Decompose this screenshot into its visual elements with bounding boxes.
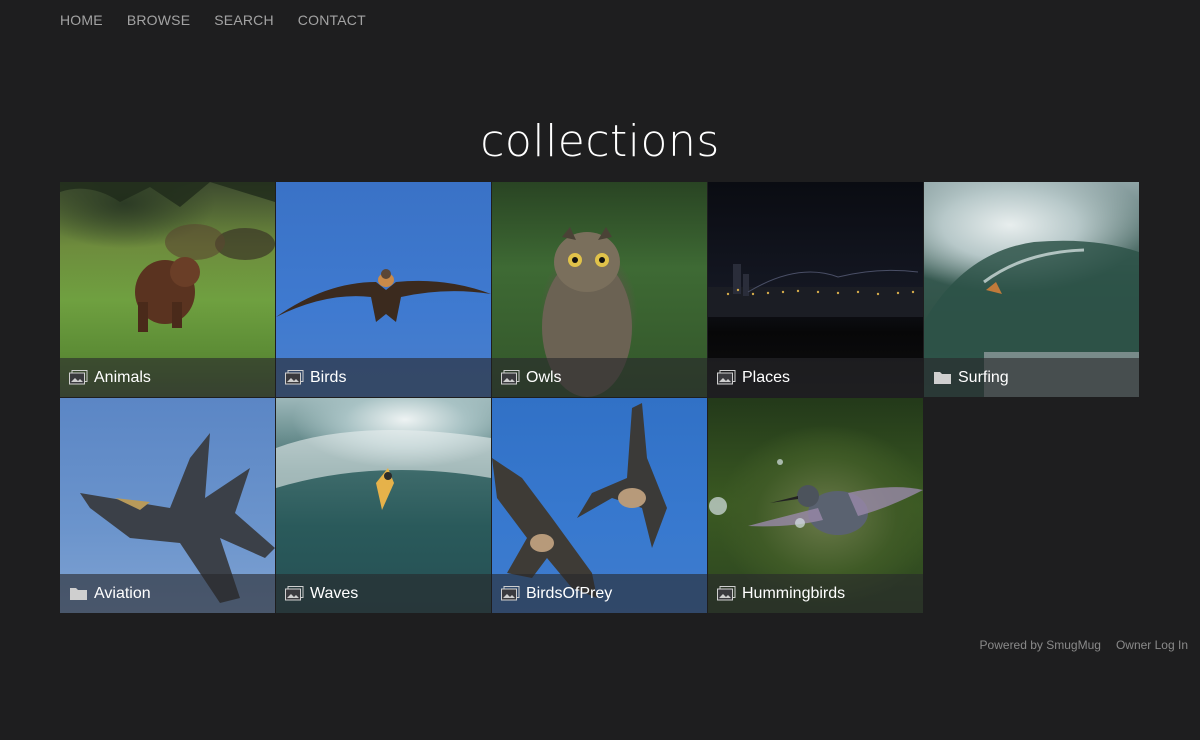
tile-caption: Animals [60, 358, 275, 397]
tile-label: Waves [310, 584, 359, 602]
gallery-icon [501, 370, 520, 385]
tile-label: Hummingbirds [742, 584, 846, 602]
gallery-icon [69, 370, 88, 385]
gallery-icon [285, 370, 304, 385]
tile-caption: Surfing [924, 358, 1139, 397]
tile-caption: Aviation [60, 574, 275, 613]
tile-birdsofprey[interactable]: BirdsOfPrey [492, 398, 707, 613]
tile-label: Places [742, 368, 791, 386]
tile-birds[interactable]: Birds [276, 182, 491, 397]
main-nav: HOME BROWSE SEARCH CONTACT [60, 12, 366, 28]
tile-label: Aviation [94, 584, 151, 602]
tile-caption: Waves [276, 574, 491, 613]
tile-caption: Places [708, 358, 923, 397]
nav-search-link[interactable]: SEARCH [214, 12, 274, 28]
page-title: collections [480, 116, 720, 167]
tile-caption: Hummingbirds [708, 574, 923, 613]
tile-label: Owls [526, 368, 562, 386]
nav-home-link[interactable]: HOME [60, 12, 103, 28]
powered-by-link[interactable]: Powered by SmugMug [980, 638, 1101, 652]
tile-aviation[interactable]: Aviation [60, 398, 275, 613]
footer: Powered by SmugMug Owner Log In [980, 638, 1188, 652]
gallery-icon [717, 586, 736, 601]
tile-label: BirdsOfPrey [526, 584, 613, 602]
folder-icon [69, 586, 88, 601]
tile-waves[interactable]: Waves [276, 398, 491, 613]
tile-caption: BirdsOfPrey [492, 574, 707, 613]
gallery-icon [717, 370, 736, 385]
tile-places[interactable]: Places [708, 182, 923, 397]
gallery-icon [285, 586, 304, 601]
tile-label: Surfing [958, 368, 1009, 386]
gallery-icon [501, 586, 520, 601]
tile-animals[interactable]: Animals [60, 182, 275, 397]
tile-caption: Birds [276, 358, 491, 397]
owner-login-link[interactable]: Owner Log In [1116, 638, 1188, 652]
tile-label: Animals [94, 368, 151, 386]
tile-hummingbirds[interactable]: Hummingbirds [708, 398, 923, 613]
tile-label: Birds [310, 368, 347, 386]
nav-browse-link[interactable]: BROWSE [127, 12, 190, 28]
tile-caption: Owls [492, 358, 707, 397]
folder-icon [933, 370, 952, 385]
tile-surfing[interactable]: Surfing [924, 182, 1139, 397]
tile-owls[interactable]: Owls [492, 182, 707, 397]
nav-contact-link[interactable]: CONTACT [298, 12, 366, 28]
